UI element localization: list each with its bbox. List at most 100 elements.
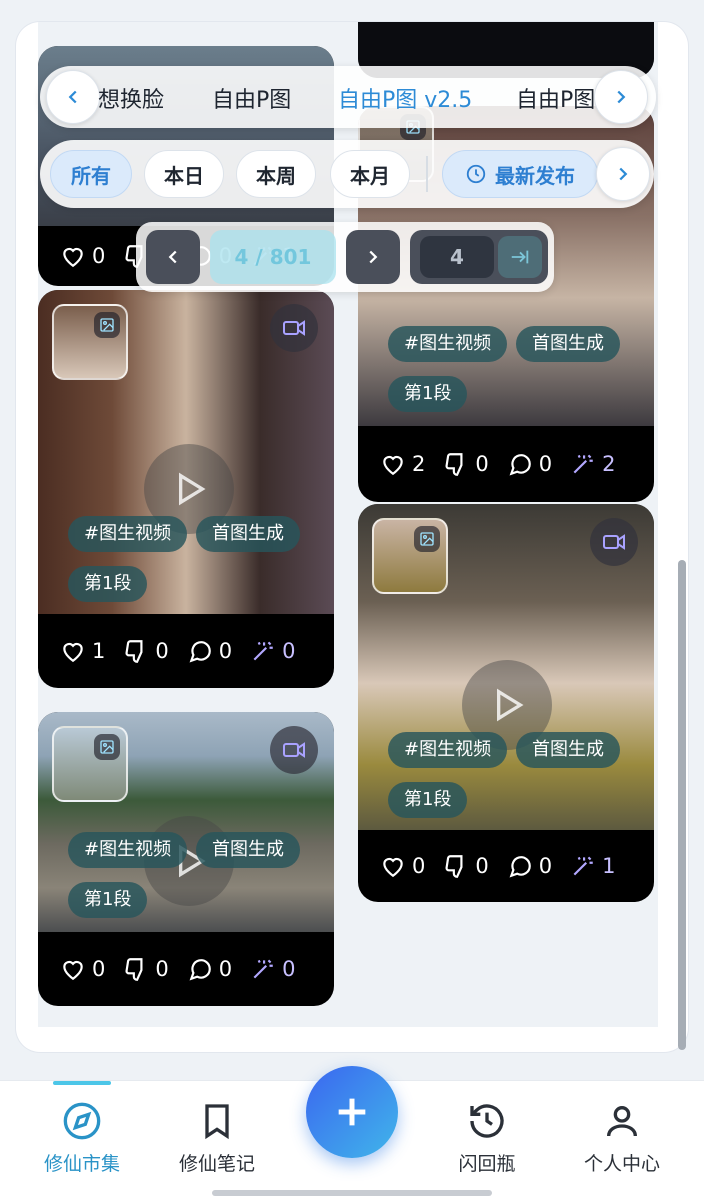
- heart-icon: [63, 642, 83, 663]
- dislike-count: 0: [155, 957, 169, 981]
- image-icon: [94, 312, 120, 338]
- tag-chip[interactable]: 首图生成: [196, 832, 300, 868]
- dislike-count: 0: [475, 452, 489, 476]
- thumbs-down-icon: [445, 453, 463, 476]
- comment-count: 0: [218, 957, 233, 981]
- filter-week[interactable]: 本周: [236, 150, 316, 198]
- dislike-count: 0: [475, 854, 489, 878]
- tag-chip[interactable]: #图生视频: [68, 516, 188, 552]
- like-stat[interactable]: 0: [60, 956, 105, 982]
- page-indicator: 4 / 801: [210, 230, 336, 284]
- next-page-button[interactable]: [346, 230, 400, 284]
- like-count: 0: [92, 957, 106, 981]
- pagination-bar: 4 / 801 4: [136, 222, 554, 292]
- source-thumbnail[interactable]: [372, 518, 448, 594]
- filter-all[interactable]: 所有: [50, 150, 132, 198]
- bookmark-icon: [205, 1104, 229, 1140]
- tab-free-edit-v25[interactable]: 自由P图 v2.5: [338, 82, 472, 114]
- filter-month[interactable]: 本月: [330, 150, 410, 198]
- like-stat[interactable]: 1: [60, 638, 105, 664]
- tag-chip[interactable]: #图生视频: [68, 832, 188, 868]
- tag-chip[interactable]: 第1段: [68, 566, 148, 602]
- dislike-count: 0: [155, 639, 169, 663]
- dislike-stat[interactable]: 0: [123, 638, 169, 664]
- comment-icon: [189, 641, 211, 663]
- tag-chip[interactable]: 第1段: [388, 782, 468, 818]
- nav-flashback[interactable]: 闪回瓶: [432, 1101, 542, 1176]
- feed-card[interactable]: #图生视频 首图生成 第1段 0 0 0 0: [38, 712, 334, 1006]
- like-count: 0: [92, 244, 106, 268]
- comment-count: 0: [538, 854, 553, 878]
- compass-icon: [63, 1102, 101, 1140]
- tabs-next-button[interactable]: [594, 70, 648, 124]
- prev-page-button[interactable]: [146, 230, 200, 284]
- chevron-left-icon: [168, 250, 177, 264]
- comment-icon: [509, 856, 531, 878]
- nav-market[interactable]: 修仙市集: [27, 1101, 137, 1176]
- card-stats: 0 0 0 0: [38, 932, 334, 1006]
- go-to-page-button[interactable]: [498, 236, 542, 278]
- filter-today[interactable]: 本日: [144, 150, 224, 198]
- tag-chip[interactable]: 第1段: [68, 882, 148, 918]
- comment-stat[interactable]: 0: [507, 853, 552, 879]
- comment-icon: [509, 454, 531, 476]
- page-jump-input[interactable]: 4: [420, 236, 494, 278]
- comment-icon: [189, 959, 211, 981]
- tag-chip[interactable]: 首图生成: [516, 732, 620, 768]
- remix-count: 2: [602, 452, 616, 476]
- magic-wand-icon: [573, 454, 593, 474]
- source-thumbnail[interactable]: [52, 304, 128, 380]
- magic-wand-icon: [253, 959, 273, 979]
- heart-icon: [383, 455, 403, 476]
- tag-chip[interactable]: #图生视频: [388, 732, 508, 768]
- tabs-prev-button[interactable]: [46, 70, 100, 124]
- dislike-stat[interactable]: 0: [443, 853, 489, 879]
- like-stat[interactable]: 0: [60, 243, 105, 269]
- tag-chip[interactable]: 第1段: [388, 376, 468, 412]
- card-stats: 2 0 0 2: [358, 426, 654, 502]
- image-icon: [414, 526, 440, 552]
- nav-notes[interactable]: 修仙笔记: [162, 1101, 272, 1176]
- remix-count: 1: [602, 854, 616, 878]
- tag-chip[interactable]: 首图生成: [516, 326, 620, 362]
- dislike-stat[interactable]: 0: [443, 451, 489, 477]
- magic-wand-icon: [573, 856, 593, 876]
- sort-latest-button[interactable]: 最新发布: [442, 150, 598, 198]
- nav-profile[interactable]: 个人中心: [567, 1101, 677, 1176]
- like-count: 0: [412, 854, 426, 878]
- heart-icon: [63, 960, 83, 981]
- create-button[interactable]: [306, 1066, 398, 1158]
- home-indicator: [212, 1190, 492, 1196]
- remix-stat[interactable]: 1: [570, 853, 616, 879]
- remix-stat[interactable]: 0: [250, 638, 296, 664]
- filter-next-button[interactable]: [596, 147, 650, 201]
- heart-icon: [63, 247, 83, 268]
- dislike-stat[interactable]: 0: [123, 956, 169, 982]
- scrollbar-thumb[interactable]: [678, 560, 686, 1050]
- tag-chip[interactable]: 首图生成: [196, 516, 300, 552]
- like-stat[interactable]: 2: [380, 451, 425, 477]
- thumbs-down-icon: [125, 958, 143, 981]
- feed-card[interactable]: #图生视频 首图生成 第1段 0 0 0 1: [358, 504, 654, 902]
- tag-chip[interactable]: #图生视频: [388, 326, 508, 362]
- page-jump-group: 4: [410, 230, 548, 284]
- like-stat[interactable]: 0: [380, 853, 425, 879]
- source-thumbnail[interactable]: [52, 726, 128, 802]
- nav-active-indicator: [53, 1081, 111, 1085]
- tab-face-swap[interactable]: 想换脸: [98, 82, 164, 114]
- magic-wand-icon: [253, 641, 273, 661]
- category-tabs: 想换脸 自由P图 自由P图 v2.5 自由P图: [40, 66, 656, 128]
- tab-free-edit-2[interactable]: 自由P图: [516, 82, 595, 114]
- nav-label: 闪回瓶: [458, 1153, 516, 1175]
- thumbs-down-icon: [125, 640, 143, 663]
- comment-stat[interactable]: 0: [187, 956, 232, 982]
- feed-card[interactable]: #图生视频 首图生成 第1段 1 0 0 0: [38, 290, 334, 688]
- tab-free-edit[interactable]: 自由P图: [212, 82, 291, 114]
- clock-icon: [466, 164, 486, 184]
- comment-count: 0: [538, 452, 553, 476]
- comment-stat[interactable]: 0: [507, 451, 552, 477]
- chevron-right-icon: [617, 90, 626, 104]
- remix-stat[interactable]: 0: [250, 956, 296, 982]
- comment-stat[interactable]: 0: [187, 638, 232, 664]
- remix-stat[interactable]: 2: [570, 451, 616, 477]
